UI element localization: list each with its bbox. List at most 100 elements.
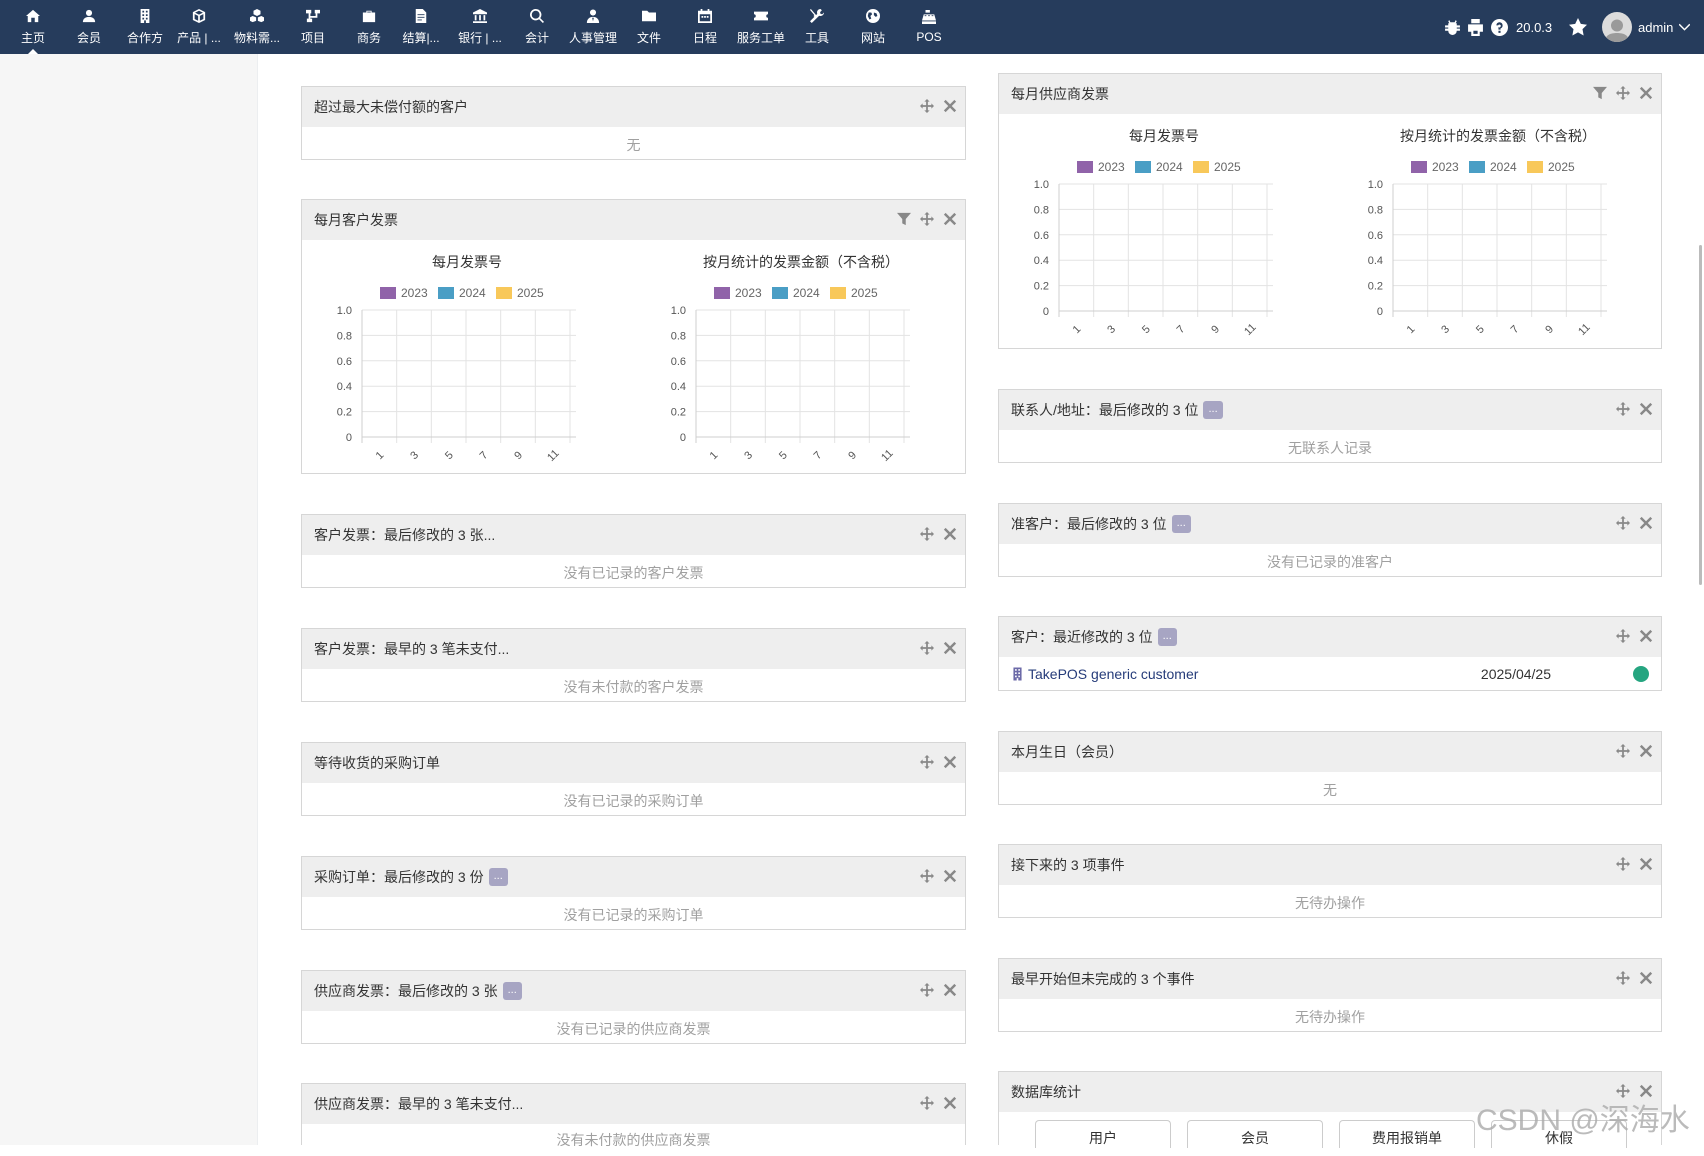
filter-icon[interactable] — [1593, 86, 1607, 100]
folder-icon — [642, 9, 656, 23]
move-icon[interactable] — [920, 755, 934, 769]
menu-label: 主页 — [20, 30, 45, 45]
bookmark-star-icon[interactable] — [1569, 0, 1587, 54]
more-button[interactable]: ... — [1203, 401, 1223, 419]
menu-label: 文件 — [636, 30, 661, 45]
y-tick-label: 0 — [680, 432, 686, 444]
close-icon[interactable] — [943, 755, 957, 769]
move-icon[interactable] — [1616, 857, 1630, 871]
menu-bank[interactable]: 银行 | ... — [456, 0, 504, 54]
y-tick-label: 1.0 — [671, 305, 686, 317]
move-icon[interactable] — [1616, 971, 1630, 985]
left-panel — [0, 54, 258, 1145]
move-icon[interactable] — [1616, 629, 1630, 643]
menu-documents[interactable]: 文件 — [636, 0, 662, 54]
empty-message: 无待办操作 — [1295, 895, 1365, 911]
legend-swatch-2023 — [380, 287, 396, 299]
print-icon[interactable] — [1467, 0, 1484, 54]
close-icon[interactable] — [1639, 86, 1653, 100]
move-icon[interactable] — [920, 641, 934, 655]
menu-members[interactable]: 会员 — [72, 0, 106, 54]
move-icon[interactable] — [920, 99, 934, 113]
move-icon[interactable] — [920, 1096, 934, 1110]
widget-birthdays: 本月生日（会员） 无 — [998, 731, 1662, 805]
close-icon[interactable] — [943, 983, 957, 997]
menu-home[interactable]: 主页 — [16, 0, 50, 54]
y-tick-label: 1.0 — [1034, 179, 1049, 191]
close-icon[interactable] — [1639, 402, 1653, 416]
customer-link[interactable]: TakePOS generic customer — [1028, 666, 1198, 682]
move-icon[interactable] — [920, 869, 934, 883]
move-icon[interactable] — [920, 983, 934, 997]
widget-supplier-invoices-unpaid: 供应商发票：最早的 3 笔未支付... 没有未付款的供应商发票 — [301, 1083, 966, 1148]
chart-supplier-invoice-amount: 按月统计的发票金额（不含税） 2023 2024 2025 1.0 0.8 0.6 0.4 0.… — [1333, 114, 1663, 355]
y-tick-label: 1.0 — [337, 305, 352, 317]
widget-customers-last: 客户：最近修改的 3 位... TakePOS generic customer… — [998, 616, 1662, 691]
menu-hrm[interactable]: 人事管理 — [568, 0, 618, 54]
menu-label: 工具 — [804, 30, 829, 45]
close-icon[interactable] — [943, 869, 957, 883]
x-tick-label: 3 — [408, 449, 421, 462]
bug-report-icon[interactable] — [1444, 0, 1461, 54]
stat-users[interactable]: 用户 — [1035, 1120, 1171, 1148]
widget-title: 客户：最近修改的 3 位 — [1011, 629, 1153, 645]
close-icon[interactable] — [1639, 516, 1653, 530]
widget-header: 最早开始但未完成的 3 个事件 — [999, 959, 1661, 999]
menu-website[interactable]: 网站 — [860, 0, 886, 54]
legend-swatch-2023 — [1077, 161, 1093, 173]
menu-tools[interactable]: 工具 — [804, 0, 830, 54]
close-icon[interactable] — [943, 99, 957, 113]
move-icon[interactable] — [1616, 86, 1630, 100]
scrollbar-thumb[interactable] — [1699, 245, 1702, 585]
more-button[interactable]: ... — [488, 868, 508, 886]
move-icon[interactable] — [1616, 744, 1630, 758]
widget-contacts-last: 联系人/地址：最后修改的 3 位... 无联系人记录 — [998, 389, 1662, 463]
stat-expense-reports[interactable]: 费用报销单 — [1339, 1120, 1475, 1148]
menu-projects[interactable]: 项目 — [300, 0, 326, 54]
move-icon[interactable] — [920, 212, 934, 226]
close-icon[interactable] — [943, 1096, 957, 1110]
menu-thirdparties[interactable]: 合作方 — [126, 0, 164, 54]
stat-members[interactable]: 会员 — [1187, 1120, 1323, 1148]
menu-mrp[interactable]: 物料需... — [232, 0, 282, 54]
move-icon[interactable] — [920, 527, 934, 541]
close-icon[interactable] — [1639, 857, 1653, 871]
chart-title: 按月统计的发票金额（不含税） — [1400, 128, 1596, 144]
menu-billing[interactable]: 结算|... — [400, 0, 442, 54]
close-icon[interactable] — [943, 212, 957, 226]
close-icon[interactable] — [1639, 629, 1653, 643]
menu-tickets[interactable]: 服务工单 — [736, 0, 786, 54]
menu-commercial[interactable]: 商务 — [356, 0, 382, 54]
user-menu[interactable]: admin — [1602, 0, 1691, 54]
filter-icon[interactable] — [897, 212, 911, 226]
legend-label-2025: 2025 — [1214, 160, 1241, 174]
chevron-down-icon — [1679, 20, 1691, 35]
close-icon[interactable] — [943, 527, 957, 541]
menu-label: POS — [916, 30, 942, 44]
widget-header: 超过最大未偿付额的客户 — [302, 87, 965, 127]
x-tick-label: 11 — [545, 447, 562, 464]
more-button[interactable]: ... — [1171, 515, 1191, 533]
close-icon[interactable] — [1639, 744, 1653, 758]
move-icon[interactable] — [1616, 402, 1630, 416]
help-icon[interactable] — [1491, 0, 1508, 54]
scrollbar[interactable] — [1695, 54, 1704, 1145]
more-button[interactable]: ... — [502, 982, 522, 1000]
close-icon[interactable] — [1639, 971, 1653, 985]
y-tick-label: 0.8 — [1368, 204, 1383, 216]
menu-pos[interactable]: POS — [914, 0, 944, 54]
widget-title: 采购订单：最后修改的 3 份 — [314, 869, 484, 885]
tools-icon — [810, 8, 824, 23]
legend-swatch-2025 — [830, 287, 846, 299]
menu-accounting[interactable]: 会计 — [524, 0, 550, 54]
empty-message: 没有未付款的客户发票 — [563, 679, 704, 695]
building-icon — [138, 8, 152, 23]
more-button[interactable]: ... — [1157, 628, 1177, 646]
menu-products[interactable]: 产品 | ... — [176, 0, 222, 54]
widget-title: 联系人/地址：最后修改的 3 位 — [1011, 402, 1199, 418]
x-tick-label: 7 — [478, 449, 491, 462]
menu-agenda[interactable]: 日程 — [692, 0, 718, 54]
close-icon[interactable] — [943, 641, 957, 655]
move-icon[interactable] — [1616, 516, 1630, 530]
globe-icon — [866, 8, 880, 23]
